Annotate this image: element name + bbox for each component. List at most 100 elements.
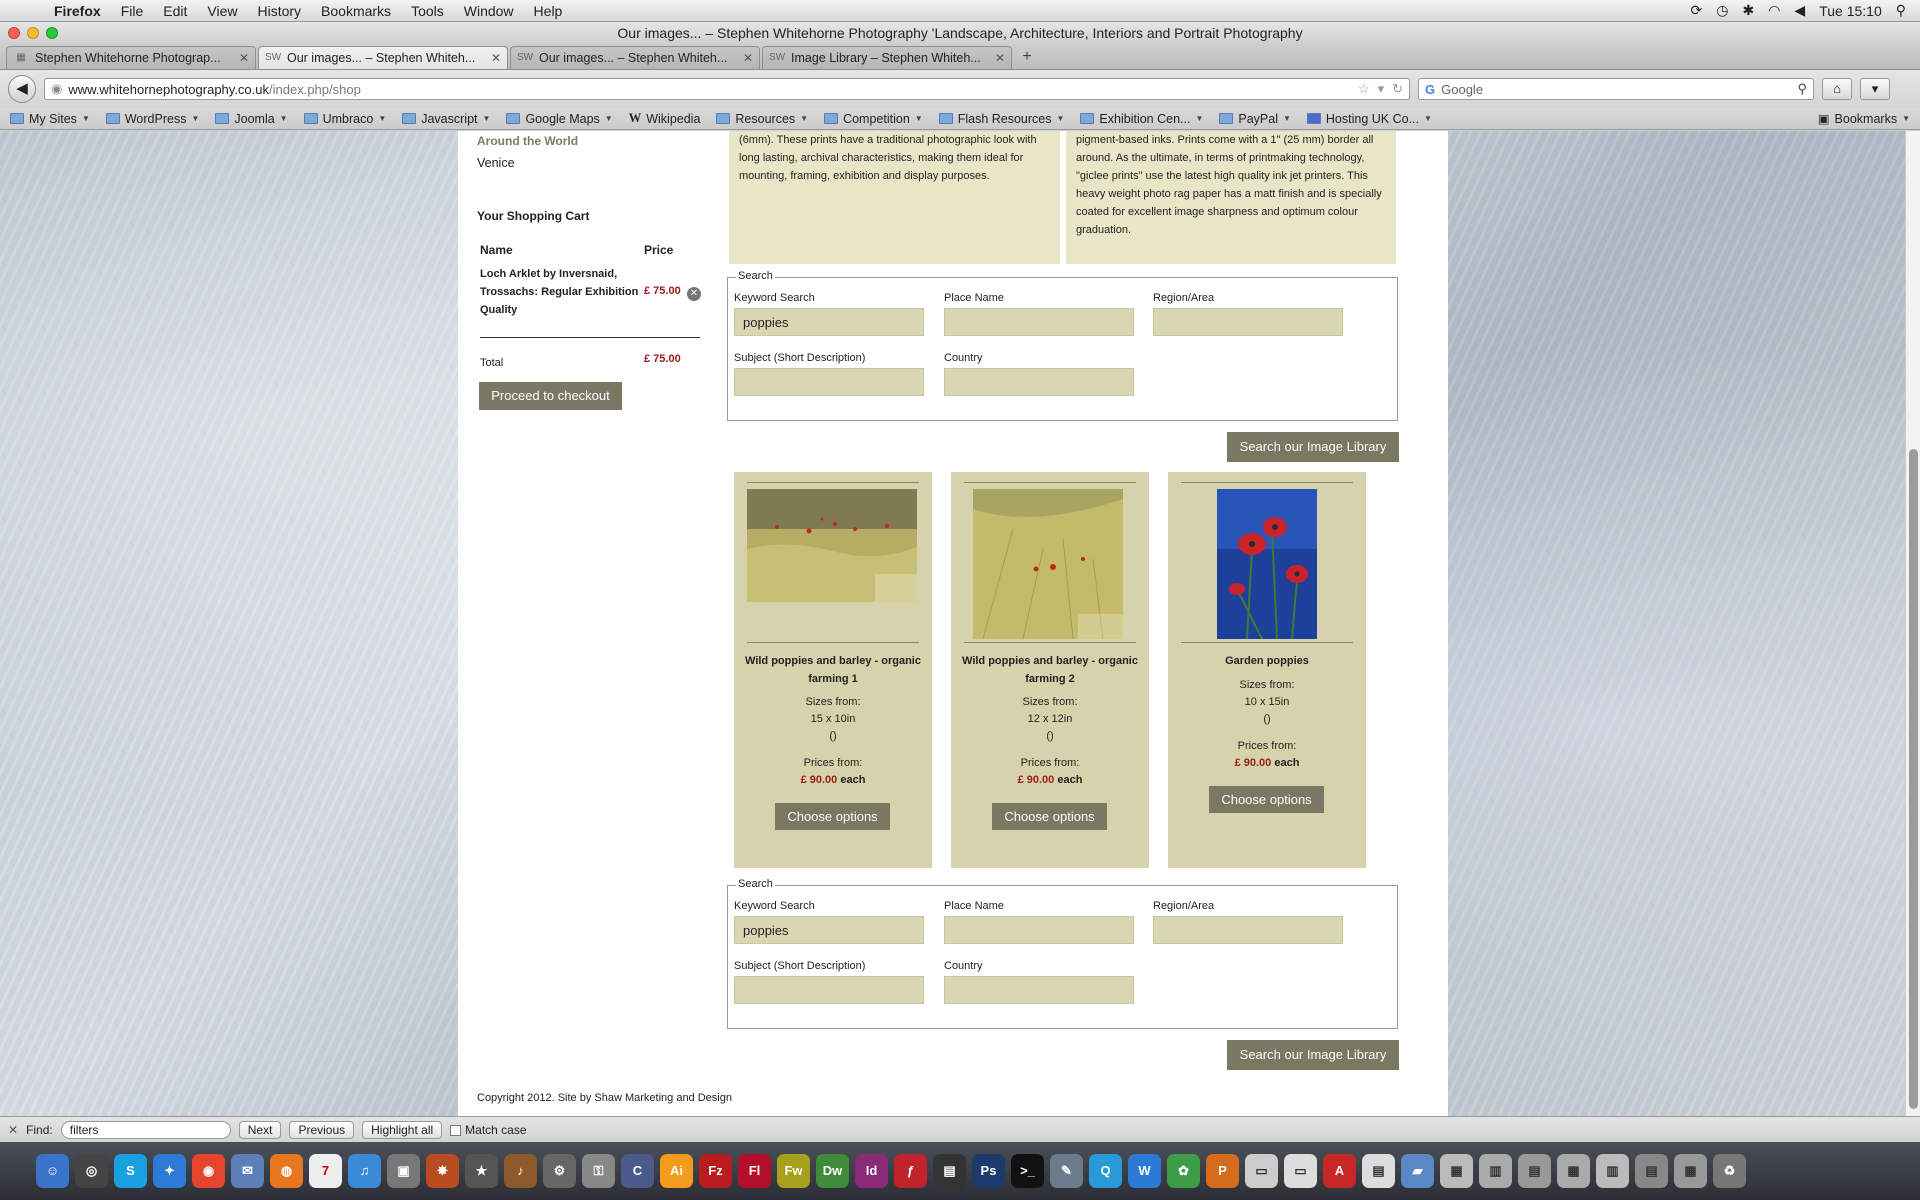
menubar-clock[interactable]: Tue 15:10 bbox=[1819, 3, 1882, 19]
bookmark-hosting[interactable]: Hosting UK Co... ▼ bbox=[1306, 112, 1432, 126]
photoshop-icon[interactable]: Ps bbox=[972, 1154, 1005, 1188]
imovie-icon[interactable]: ★ bbox=[465, 1154, 498, 1188]
bookmark-competition[interactable]: Competition ▼ bbox=[824, 112, 923, 126]
close-tab-icon[interactable]: ✕ bbox=[995, 51, 1005, 65]
app-icon[interactable]: C bbox=[621, 1154, 654, 1188]
clock-icon[interactable]: ◷ bbox=[1716, 2, 1728, 19]
region-input[interactable] bbox=[1153, 916, 1343, 944]
bluetooth-icon[interactable]: ✱ bbox=[1742, 2, 1754, 19]
product-image[interactable] bbox=[1217, 489, 1317, 639]
document-icon[interactable]: ▦ bbox=[1557, 1154, 1590, 1188]
document-icon[interactable]: ▥ bbox=[1479, 1154, 1512, 1188]
acrobat-icon[interactable]: A bbox=[1323, 1154, 1356, 1188]
product-name[interactable]: Wild poppies and barley - organic farmin… bbox=[957, 652, 1143, 688]
url-bar[interactable]: ◉ www.whitehornephotography.co.uk/index.… bbox=[44, 78, 1410, 100]
site-identity-icon[interactable]: ◉ bbox=[51, 81, 62, 97]
document-icon[interactable]: ▭ bbox=[1245, 1154, 1278, 1188]
region-input[interactable] bbox=[1153, 308, 1343, 336]
sidebar-link-around-the-world[interactable]: Around the World bbox=[477, 134, 578, 148]
search-bar[interactable]: G Google ⚲ bbox=[1418, 78, 1814, 100]
bookmark-google-maps[interactable]: Google Maps ▼ bbox=[506, 112, 613, 126]
subject-input[interactable] bbox=[734, 368, 924, 396]
highlight-all-button[interactable]: Highlight all bbox=[362, 1120, 443, 1139]
bookmark-umbraco[interactable]: Umbraco ▼ bbox=[303, 112, 386, 126]
spotlight-icon[interactable]: ⚲ bbox=[1896, 2, 1906, 19]
close-window-icon[interactable] bbox=[8, 27, 20, 39]
app-icon[interactable]: ✿ bbox=[1167, 1154, 1200, 1188]
wifi-icon[interactable]: ◠ bbox=[1768, 2, 1780, 19]
zoom-window-icon[interactable] bbox=[46, 27, 58, 39]
document-icon[interactable]: ▤ bbox=[1518, 1154, 1551, 1188]
keychain-icon[interactable]: ⚿ bbox=[582, 1154, 615, 1188]
search-icon[interactable]: ⚲ bbox=[1797, 81, 1807, 97]
garageband-icon[interactable]: ♪ bbox=[504, 1154, 537, 1188]
product-image[interactable] bbox=[973, 489, 1123, 639]
document-icon[interactable]: ▦ bbox=[1440, 1154, 1473, 1188]
illustrator-icon[interactable]: Ai bbox=[660, 1154, 693, 1188]
bookmark-joomla[interactable]: Joomla ▼ bbox=[215, 112, 288, 126]
mail-icon[interactable]: ✉ bbox=[231, 1154, 264, 1188]
filezilla-icon[interactable]: Fz bbox=[699, 1154, 732, 1188]
subject-input[interactable] bbox=[734, 976, 924, 1004]
bookmark-javascript[interactable]: Javascript ▼ bbox=[402, 112, 490, 126]
menu-bookmarks[interactable]: Bookmarks bbox=[311, 3, 401, 19]
bookmark-star-icon[interactable]: ☆ bbox=[1358, 81, 1370, 97]
bookmark-resources[interactable]: Resources ▼ bbox=[716, 112, 808, 126]
folder-icon[interactable]: ▰ bbox=[1401, 1154, 1434, 1188]
preferences-icon[interactable]: ⚙ bbox=[543, 1154, 576, 1188]
keyword-search-input[interactable]: poppies bbox=[734, 916, 924, 944]
tab-3[interactable]: SW Our images... – Stephen Whiteh... ✕ bbox=[510, 46, 760, 69]
search-image-library-button[interactable]: Search our Image Library bbox=[1227, 1040, 1399, 1070]
menu-app-firefox[interactable]: Firefox bbox=[44, 3, 111, 19]
terminal-icon[interactable]: >_ bbox=[1011, 1154, 1044, 1188]
tab-2-active[interactable]: SW Our images... – Stephen Whiteh... ✕ bbox=[258, 46, 508, 69]
document-icon[interactable]: ▤ bbox=[1362, 1154, 1395, 1188]
menu-history[interactable]: History bbox=[247, 3, 311, 19]
fireworks-icon[interactable]: Fw bbox=[777, 1154, 810, 1188]
product-name[interactable]: Wild poppies and barley - organic farmin… bbox=[740, 652, 926, 688]
close-tab-icon[interactable]: ✕ bbox=[743, 51, 753, 65]
app-icon[interactable]: P bbox=[1206, 1154, 1239, 1188]
bookmark-flash-resources[interactable]: Flash Resources ▼ bbox=[938, 112, 1064, 126]
close-find-bar-icon[interactable]: ✕ bbox=[8, 1123, 18, 1137]
match-case-checkbox[interactable]: Match case bbox=[450, 1123, 527, 1137]
bookmark-my-sites[interactable]: My Sites ▼ bbox=[10, 112, 90, 126]
photos-icon[interactable]: ▣ bbox=[387, 1154, 420, 1188]
choose-options-button[interactable]: Choose options bbox=[992, 803, 1107, 830]
firefox-icon[interactable]: ◍ bbox=[270, 1154, 303, 1188]
flash-icon[interactable]: Fl bbox=[738, 1154, 771, 1188]
keyword-search-input[interactable]: poppies bbox=[734, 308, 924, 336]
safari-icon[interactable]: ✦ bbox=[153, 1154, 186, 1188]
trash-icon[interactable]: ♻ bbox=[1713, 1154, 1746, 1188]
close-tab-icon[interactable]: ✕ bbox=[239, 51, 249, 65]
country-input[interactable] bbox=[944, 976, 1134, 1004]
app-icon[interactable]: ✎ bbox=[1050, 1154, 1083, 1188]
itunes-icon[interactable]: ♫ bbox=[348, 1154, 381, 1188]
document-icon[interactable]: ▭ bbox=[1284, 1154, 1317, 1188]
skype-icon[interactable]: S bbox=[114, 1154, 147, 1188]
menu-window[interactable]: Window bbox=[454, 3, 524, 19]
calendar-icon[interactable]: 7 bbox=[309, 1154, 342, 1188]
app-icon[interactable]: ✸ bbox=[426, 1154, 459, 1188]
remove-item-icon[interactable]: ✕ bbox=[687, 287, 701, 301]
menu-help[interactable]: Help bbox=[524, 3, 573, 19]
close-tab-icon[interactable]: ✕ bbox=[491, 51, 501, 65]
product-image[interactable] bbox=[747, 489, 917, 602]
find-input[interactable]: filters bbox=[60, 1120, 231, 1139]
bookmark-paypal[interactable]: PayPal ▼ bbox=[1219, 112, 1291, 126]
new-tab-icon[interactable]: + bbox=[1014, 47, 1040, 67]
scrollbar-thumb[interactable] bbox=[1909, 449, 1918, 1109]
back-button[interactable]: ◀ bbox=[8, 75, 36, 103]
film-icon[interactable]: ▤ bbox=[933, 1154, 966, 1188]
menu-view[interactable]: View bbox=[197, 3, 247, 19]
bookmark-exhibition[interactable]: Exhibition Cen... ▼ bbox=[1080, 112, 1203, 126]
volume-icon[interactable]: ◀ bbox=[1794, 2, 1805, 19]
place-name-input[interactable] bbox=[944, 916, 1134, 944]
minimize-window-icon[interactable] bbox=[27, 27, 39, 39]
document-icon[interactable]: ▤ bbox=[1635, 1154, 1668, 1188]
reload-icon[interactable]: ↻ bbox=[1392, 81, 1403, 97]
vertical-scrollbar[interactable] bbox=[1905, 131, 1920, 1116]
addon-button[interactable]: ▾ bbox=[1860, 78, 1890, 100]
choose-options-button[interactable]: Choose options bbox=[775, 803, 890, 830]
tab-1[interactable]: ▦ Stephen Whitehorne Photograp... ✕ bbox=[6, 46, 256, 69]
